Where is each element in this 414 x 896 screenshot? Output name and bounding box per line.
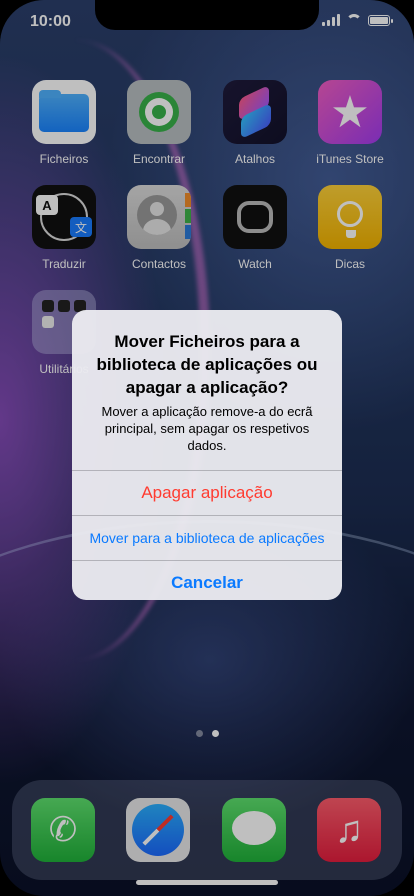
move-to-library-button[interactable]: Mover para a biblioteca de aplicações <box>72 515 342 560</box>
alert-title: Mover Ficheiros para a biblioteca de apl… <box>96 332 318 397</box>
alert-message: Mover a aplicação remove-a do ecrã princ… <box>101 404 313 453</box>
remove-app-alert: Mover Ficheiros para a biblioteca de apl… <box>72 310 342 600</box>
home-screen: 10:00 Ficheiros Encontrar Atalhos ★ iTun… <box>0 0 414 896</box>
delete-app-button[interactable]: Apagar aplicação <box>72 470 342 515</box>
cancel-button[interactable]: Cancelar <box>72 560 342 600</box>
